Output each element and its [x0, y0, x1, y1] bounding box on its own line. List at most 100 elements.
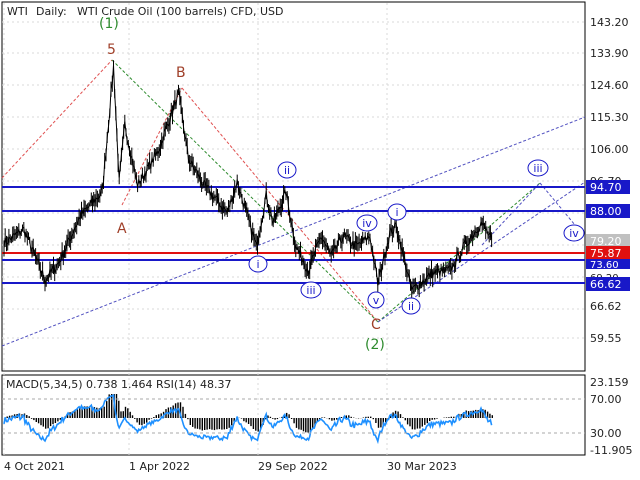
macd-bar [424, 418, 426, 425]
macd-bar [182, 406, 184, 418]
price-tick: 143.20 [590, 16, 629, 29]
price-tag-label: 94.70 [590, 181, 622, 194]
price-tick: 106.00 [590, 143, 629, 156]
wave-circle-label: ii [408, 300, 414, 313]
wave-label-2: (2) [365, 337, 385, 353]
macd-bar [445, 417, 448, 418]
macd-bar [312, 418, 314, 429]
wave-circle-label: ii [284, 164, 290, 177]
macd-bar [208, 418, 211, 430]
macd-bar [305, 418, 307, 433]
macd-bar [228, 418, 230, 428]
macd-bar [216, 418, 218, 430]
macd-bar [272, 418, 274, 419]
wave-label-1: (1) [99, 16, 119, 32]
wave-circle-v: v [367, 291, 385, 309]
macd-bar [213, 418, 216, 431]
wave-circle-label: i [256, 258, 259, 271]
time-tick: 30 Mar 2023 [387, 460, 457, 473]
wave-circle-ii-2: ii [401, 297, 421, 315]
macd-bar [28, 416, 30, 418]
chart-period: Daily: [36, 5, 67, 18]
macd-bar [255, 418, 257, 431]
macd-bar [290, 418, 293, 419]
macd-bar [106, 401, 108, 418]
macd-bar [257, 418, 259, 432]
macd-bar [47, 418, 49, 429]
macd-bar [103, 406, 105, 418]
macd-bar [328, 418, 331, 420]
macd-bar [414, 418, 416, 430]
macd-bar [129, 411, 131, 418]
macd-bar [247, 418, 250, 424]
macd-bar [111, 394, 113, 418]
price-tag-label: 75.87 [590, 247, 622, 260]
wave-circle-label: iii [306, 284, 315, 297]
price-tag-label: 88.00 [590, 205, 622, 218]
macd-bar [187, 418, 189, 420]
macd-bar [52, 418, 54, 425]
wave-label-b: B [176, 65, 186, 81]
wave-label-5: 5 [107, 42, 116, 58]
macd-bar [367, 416, 369, 418]
macd-bar [88, 406, 91, 418]
macd-bar [184, 413, 187, 418]
indicator-title: MACD(5,34,5) 0.738 1.464 RSI(14) 48.37 [6, 378, 231, 391]
wave-circle-label: iv [569, 227, 579, 240]
macd-bar [124, 406, 127, 418]
macd-bar [252, 418, 255, 429]
chart-window[interactable]: WTI Daily: WTI Crude Oil (100 barrels) C… [0, 0, 640, 480]
macd-bar [194, 418, 196, 429]
macd-bar [295, 418, 298, 428]
macd-bar [375, 418, 377, 423]
macd-bar [42, 418, 44, 427]
macd-bar [57, 418, 59, 422]
macd-bar [158, 414, 160, 418]
macd-bar [35, 418, 37, 422]
macd-bar [340, 417, 343, 418]
macd-bar [409, 418, 411, 427]
price-tick: 66.62 [590, 300, 622, 313]
macd-bar [231, 418, 233, 426]
macd-bar [199, 418, 201, 430]
wave-circle-label: v [373, 294, 380, 307]
macd-bar [336, 418, 338, 420]
macd-bar [101, 407, 103, 418]
macd-bar [380, 418, 382, 428]
macd-bar [402, 417, 404, 418]
macd-bar [397, 411, 399, 418]
macd-bar [274, 418, 276, 420]
chart-canvas[interactable]: WTI Daily: WTI Crude Oil (100 barrels) C… [0, 0, 640, 480]
macd-bar [120, 411, 122, 418]
wave-label-c: C [371, 317, 381, 333]
macd-bar [26, 415, 28, 418]
wave-circle-iii-2: iii [527, 159, 549, 177]
macd-bar [426, 418, 428, 424]
macd-bar [127, 408, 129, 418]
macd-bar [298, 418, 300, 430]
macd-bar [240, 418, 243, 419]
macd-bar [372, 418, 374, 420]
macd-bar [143, 418, 145, 424]
macd-bar [141, 418, 143, 426]
macd-bar [411, 418, 414, 430]
wave-circle-i-1: i [248, 255, 268, 273]
macd-bar [146, 418, 148, 423]
wave-circle-iii-1: iii [300, 281, 322, 299]
macd-bar [453, 416, 455, 418]
macd-bar [150, 418, 153, 419]
macd-bar [45, 418, 47, 429]
indicator-tick: 70.00 [590, 393, 622, 406]
macd-bar [406, 418, 409, 425]
macd-bar [362, 417, 365, 418]
time-tick: 1 Apr 2022 [129, 460, 190, 473]
macd-bar [6, 416, 8, 418]
wave-circle-label: iii [533, 162, 542, 175]
wave-circle-ii-1: ii [277, 161, 297, 179]
macd-bar [30, 418, 33, 419]
macd-bar [148, 418, 150, 420]
macd-bar [491, 415, 493, 418]
macd-bar [288, 414, 290, 418]
macd-bar [153, 417, 155, 418]
macd-bar [118, 400, 120, 418]
